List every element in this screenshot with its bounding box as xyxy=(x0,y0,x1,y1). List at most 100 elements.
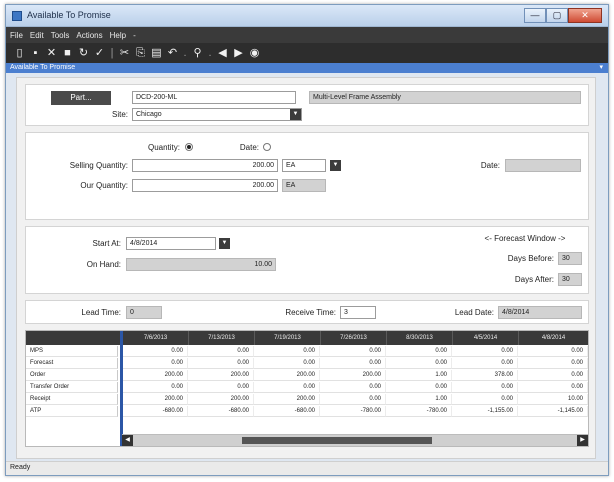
check-icon[interactable]: ✓ xyxy=(92,45,107,61)
minimize-button[interactable]: — xyxy=(524,8,546,23)
menu-edit[interactable]: Edit xyxy=(30,31,44,40)
grid-cell[interactable]: 0.00 xyxy=(320,382,386,393)
grid-cell[interactable]: 0.00 xyxy=(320,346,386,357)
our-quantity-input[interactable]: 200.00 xyxy=(132,179,278,192)
forward-icon[interactable]: ▶ xyxy=(231,45,246,61)
grid-cell[interactable]: 0.00 xyxy=(188,346,254,357)
grid-cell[interactable]: 0.00 xyxy=(254,358,320,369)
grid-cell[interactable]: -680.00 xyxy=(254,406,320,417)
horizontal-scrollbar[interactable]: ◀ ▶ xyxy=(122,434,588,446)
grid-cell[interactable]: 0.00 xyxy=(452,394,518,405)
maximize-button[interactable]: ▢ xyxy=(546,8,568,23)
grid-cell[interactable]: 0.00 xyxy=(452,358,518,369)
paste-icon[interactable]: ▤ xyxy=(149,45,164,61)
start-at-input[interactable]: 4/8/2014 xyxy=(126,237,216,250)
grid-header: 7/6/2013 7/13/2013 7/19/2013 7/26/2013 8… xyxy=(26,331,588,345)
site-select[interactable]: Chicago xyxy=(132,108,302,121)
new-icon[interactable]: ▯ xyxy=(12,45,27,61)
scroll-left-icon[interactable]: ◀ xyxy=(122,435,133,446)
days-after-display: 30 xyxy=(558,273,582,286)
grid-column-header[interactable]: 4/5/2014 xyxy=(452,331,518,345)
grid-cell[interactable]: 0.00 xyxy=(518,370,588,381)
calendar-dropdown-icon[interactable]: ▼ xyxy=(219,238,230,249)
pin-icon[interactable]: ▾ xyxy=(599,63,603,73)
stop-icon[interactable]: ■ xyxy=(60,45,75,61)
grid-cell[interactable]: 1.00 xyxy=(386,370,452,381)
grid-column-header[interactable]: 8/30/2013 xyxy=(386,331,452,345)
part-button[interactable]: Part... xyxy=(51,91,111,105)
grid-cell[interactable]: 378.00 xyxy=(452,370,518,381)
content-area: Part... DCD-200-ML Multi-Level Frame Ass… xyxy=(16,77,596,459)
grid-cell[interactable]: -780.00 xyxy=(386,406,452,417)
start-at-label: Start At: xyxy=(92,239,121,248)
receive-time-input[interactable]: 3 xyxy=(340,306,376,319)
grid-cell[interactable]: 0.00 xyxy=(320,358,386,369)
save-icon[interactable]: ▪ xyxy=(28,45,43,61)
grid-cell[interactable]: 0.00 xyxy=(518,358,588,369)
grid-cell[interactable]: -680.00 xyxy=(188,406,254,417)
lead-time-section: Lead Time: 0 Receive Time: 3 Lead Date: … xyxy=(25,300,589,324)
grid-cell[interactable]: 1.00 xyxy=(386,394,452,405)
grid-cell[interactable]: 0.00 xyxy=(254,382,320,393)
grid-column-header[interactable]: 7/26/2013 xyxy=(320,331,386,345)
grid-cell[interactable]: 200.00 xyxy=(254,394,320,405)
grid-cell[interactable]: 0.00 xyxy=(386,346,452,357)
close-button[interactable]: ✕ xyxy=(568,8,602,23)
grid-cell[interactable]: 0.00 xyxy=(122,346,188,357)
menu-help[interactable]: Help xyxy=(110,31,126,40)
cut-icon[interactable]: ✂ xyxy=(117,45,132,61)
delete-icon[interactable]: ✕ xyxy=(44,45,59,61)
grid-cell[interactable]: 200.00 xyxy=(188,394,254,405)
grid-cell[interactable]: 200.00 xyxy=(320,370,386,381)
receive-time-label: Receive Time: xyxy=(285,308,336,317)
grid-cell[interactable]: 0.00 xyxy=(188,358,254,369)
back-icon[interactable]: ◀ xyxy=(215,45,230,61)
grid-cell[interactable]: 0.00 xyxy=(518,382,588,393)
site-dropdown-icon[interactable]: ▼ xyxy=(290,109,301,120)
atp-grid: 7/6/2013 7/13/2013 7/19/2013 7/26/2013 8… xyxy=(25,330,589,447)
menu-actions[interactable]: Actions xyxy=(76,31,102,40)
grid-cell[interactable]: 200.00 xyxy=(122,370,188,381)
grid-cell[interactable]: 0.00 xyxy=(518,346,588,357)
binoculars-icon[interactable]: ⚲ xyxy=(190,45,205,61)
selling-quantity-input[interactable]: 200.00 xyxy=(132,159,278,172)
refresh-icon[interactable]: ↻ xyxy=(76,45,91,61)
home-icon[interactable]: ◉ xyxy=(247,45,262,61)
grid-cell[interactable]: 0.00 xyxy=(452,346,518,357)
title-bar: Available To Promise — ▢ ✕ xyxy=(6,5,608,27)
grid-cell[interactable]: 0.00 xyxy=(122,382,188,393)
selling-uom-select[interactable]: EA xyxy=(282,159,326,172)
grid-column-header[interactable]: 7/13/2013 xyxy=(188,331,254,345)
grid-cell[interactable]: 0.00 xyxy=(254,346,320,357)
window-title: Available To Promise xyxy=(27,10,111,20)
grid-cell[interactable]: 0.00 xyxy=(386,382,452,393)
grid-column-header[interactable]: 7/6/2013 xyxy=(122,331,188,345)
grid-cell[interactable]: 0.00 xyxy=(122,358,188,369)
grid-cell[interactable]: 0.00 xyxy=(452,382,518,393)
grid-cell[interactable]: 200.00 xyxy=(188,370,254,381)
grid-row-label: Order xyxy=(26,370,118,381)
grid-cell[interactable]: -780.00 xyxy=(320,406,386,417)
menu-file[interactable]: File xyxy=(10,31,23,40)
grid-cell[interactable]: -1,155.00 xyxy=(452,406,518,417)
grid-cell[interactable]: 0.00 xyxy=(320,394,386,405)
undo-icon[interactable]: ↶ xyxy=(165,45,180,61)
grid-cell[interactable]: 0.00 xyxy=(386,358,452,369)
copy-icon[interactable]: ⎘ xyxy=(133,45,148,61)
grid-column-header[interactable]: 4/8/2014 xyxy=(518,331,588,345)
date-radio[interactable] xyxy=(263,143,271,151)
grid-column-header[interactable]: 7/19/2013 xyxy=(254,331,320,345)
menu-tools[interactable]: Tools xyxy=(51,31,70,40)
scroll-right-icon[interactable]: ▶ xyxy=(577,435,588,446)
grid-cell[interactable]: 200.00 xyxy=(122,394,188,405)
scrollbar-thumb[interactable] xyxy=(242,437,432,444)
menu-overflow[interactable]: - xyxy=(133,31,136,40)
part-input[interactable]: DCD-200-ML xyxy=(132,91,296,104)
quantity-radio[interactable] xyxy=(185,143,193,151)
uom-dropdown-icon[interactable]: ▼ xyxy=(330,160,341,171)
grid-cell[interactable]: 10.00 xyxy=(518,394,588,405)
grid-cell[interactable]: -680.00 xyxy=(122,406,188,417)
grid-cell[interactable]: 0.00 xyxy=(188,382,254,393)
grid-cell[interactable]: 200.00 xyxy=(254,370,320,381)
grid-cell[interactable]: -1,145.00 xyxy=(518,406,588,417)
